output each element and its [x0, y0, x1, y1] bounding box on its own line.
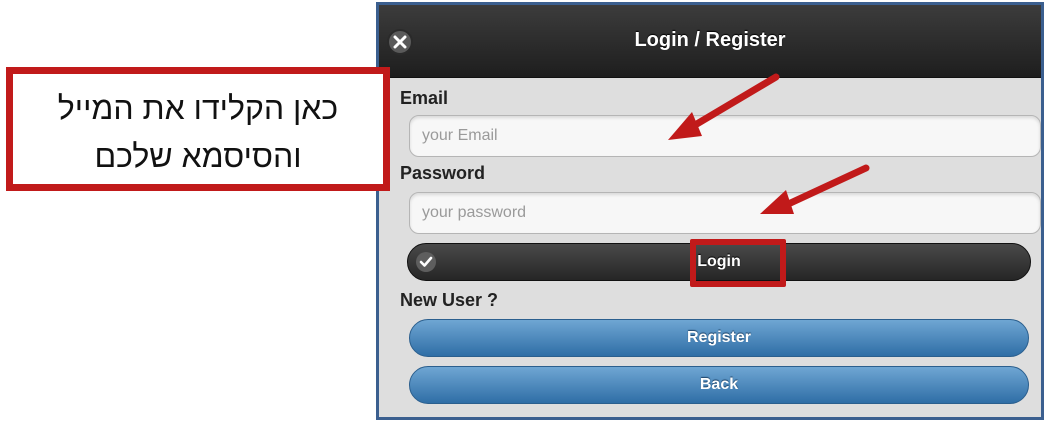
annotation-arrows	[668, 73, 870, 214]
arrow-to-password	[760, 164, 870, 214]
arrow-to-email	[668, 73, 780, 140]
